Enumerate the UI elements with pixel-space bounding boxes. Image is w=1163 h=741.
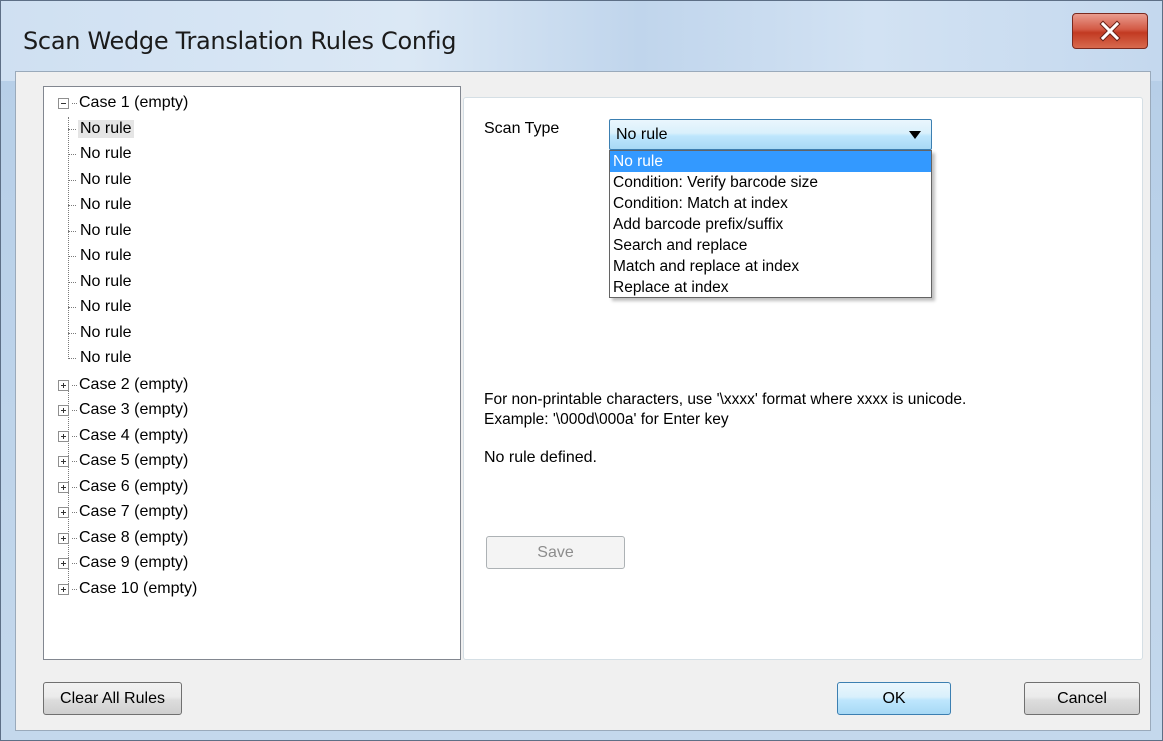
tree-item-label: No rule [80, 171, 132, 188]
tree-item-label: Case 4 (empty) [79, 427, 189, 444]
tree-item-rule[interactable]: No rule [68, 295, 134, 319]
window-title: Scan Wedge Translation Rules Config [23, 27, 457, 55]
tree-item-rule[interactable]: No rule [68, 321, 134, 345]
option-search-and-replace[interactable]: Search and replace [610, 235, 931, 256]
ok-button[interactable]: OK [837, 682, 951, 715]
tree-item-case-9[interactable]: Case 9 (empty) [58, 551, 188, 575]
close-button[interactable] [1072, 13, 1148, 49]
tree-item-case-3[interactable]: Case 3 (empty) [58, 398, 188, 422]
tree-item-case-10[interactable]: Case 10 (empty) [58, 577, 197, 601]
option-match-at-index[interactable]: Condition: Match at index [610, 193, 931, 214]
tree-item-label: No rule [80, 324, 132, 341]
tree-item-label: Case 7 (empty) [79, 503, 189, 520]
tree-item-rule[interactable]: No rule [68, 168, 134, 192]
tree-item-case-2[interactable]: Case 2 (empty) [58, 373, 188, 397]
tree-item-case-1[interactable]: Case 1 (empty) [58, 91, 188, 115]
tree-item-label: No rule [80, 298, 132, 315]
title-bar: Scan Wedge Translation Rules Config [1, 1, 1162, 81]
option-match-and-replace[interactable]: Match and replace at index [610, 256, 931, 277]
tree-item-rule[interactable]: No rule [68, 244, 134, 268]
tree-item-rule[interactable]: No rule [68, 117, 134, 141]
tree-item-rule[interactable]: No rule [68, 142, 134, 166]
scan-type-label: Scan Type [484, 120, 560, 137]
expand-icon[interactable] [58, 583, 69, 595]
tree-item-label: Case 1 (empty) [79, 94, 189, 111]
tree-item-label: Case 2 (empty) [79, 376, 189, 393]
option-add-prefix-suffix[interactable]: Add barcode prefix/suffix [610, 214, 931, 235]
save-button[interactable]: Save [486, 536, 625, 569]
option-verify-barcode-size[interactable]: Condition: Verify barcode size [610, 172, 931, 193]
hint-text-line-1: For non-printable characters, use '\xxxx… [484, 391, 967, 408]
tree-item-label: No rule [80, 196, 132, 213]
option-no-rule[interactable]: No rule [610, 151, 931, 172]
tree-item-rule[interactable]: No rule [68, 193, 134, 217]
dialog-client: Case 1 (empty) No rule No rule No rule N… [15, 71, 1151, 731]
tree-item-rule[interactable]: No rule [68, 270, 134, 294]
tree-item-rule[interactable]: No rule [68, 219, 134, 243]
collapse-icon[interactable] [58, 97, 69, 109]
scan-type-select[interactable]: No rule [609, 119, 932, 150]
chevron-down-icon [909, 131, 921, 139]
clear-all-rules-button[interactable]: Clear All Rules [43, 682, 182, 715]
option-replace-at-index[interactable]: Replace at index [610, 277, 931, 298]
expand-icon[interactable] [58, 481, 69, 493]
hint-text-line-2: Example: '\000d\000a' for Enter key [484, 411, 729, 428]
tree-item-label: Case 8 (empty) [79, 529, 189, 546]
expand-icon[interactable] [58, 430, 69, 442]
tree-item-label: Case 5 (empty) [79, 452, 189, 469]
expand-icon[interactable] [58, 455, 69, 467]
tree-item-label: No rule [80, 247, 132, 264]
tree-item-case-5[interactable]: Case 5 (empty) [58, 449, 188, 473]
tree-item-label: No rule [78, 120, 134, 138]
close-icon [1099, 20, 1121, 42]
expand-icon[interactable] [58, 506, 69, 518]
tree-item-label: Case 9 (empty) [79, 554, 189, 571]
tree-item-rule[interactable]: No rule [68, 346, 134, 370]
rule-editor-panel: Scan Type No rule No rule Condition: Ver… [463, 97, 1143, 660]
tree-item-label: Case 3 (empty) [79, 401, 189, 418]
tree-item-case-7[interactable]: Case 7 (empty) [58, 500, 188, 524]
rules-tree[interactable]: Case 1 (empty) No rule No rule No rule N… [43, 86, 461, 660]
cancel-button[interactable]: Cancel [1024, 682, 1140, 715]
tree-item-case-8[interactable]: Case 8 (empty) [58, 526, 188, 550]
rule-status-text: No rule defined. [484, 449, 597, 466]
tree-item-label: No rule [80, 145, 132, 162]
tree-item-label: No rule [80, 273, 132, 290]
tree-item-case-6[interactable]: Case 6 (empty) [58, 475, 188, 499]
tree-item-label: No rule [80, 222, 132, 239]
scan-type-dropdown: No rule Condition: Verify barcode size C… [609, 150, 932, 298]
expand-icon[interactable] [58, 532, 69, 544]
expand-icon[interactable] [58, 379, 69, 391]
tree-item-label: Case 6 (empty) [79, 478, 189, 495]
tree-item-case-4[interactable]: Case 4 (empty) [58, 424, 188, 448]
expand-icon[interactable] [58, 557, 69, 569]
scan-type-value: No rule [616, 125, 668, 143]
expand-icon[interactable] [58, 404, 69, 416]
dialog-window: Scan Wedge Translation Rules Config Case… [0, 0, 1163, 741]
tree-item-label: No rule [80, 349, 132, 366]
tree-item-label: Case 10 (empty) [79, 580, 198, 597]
